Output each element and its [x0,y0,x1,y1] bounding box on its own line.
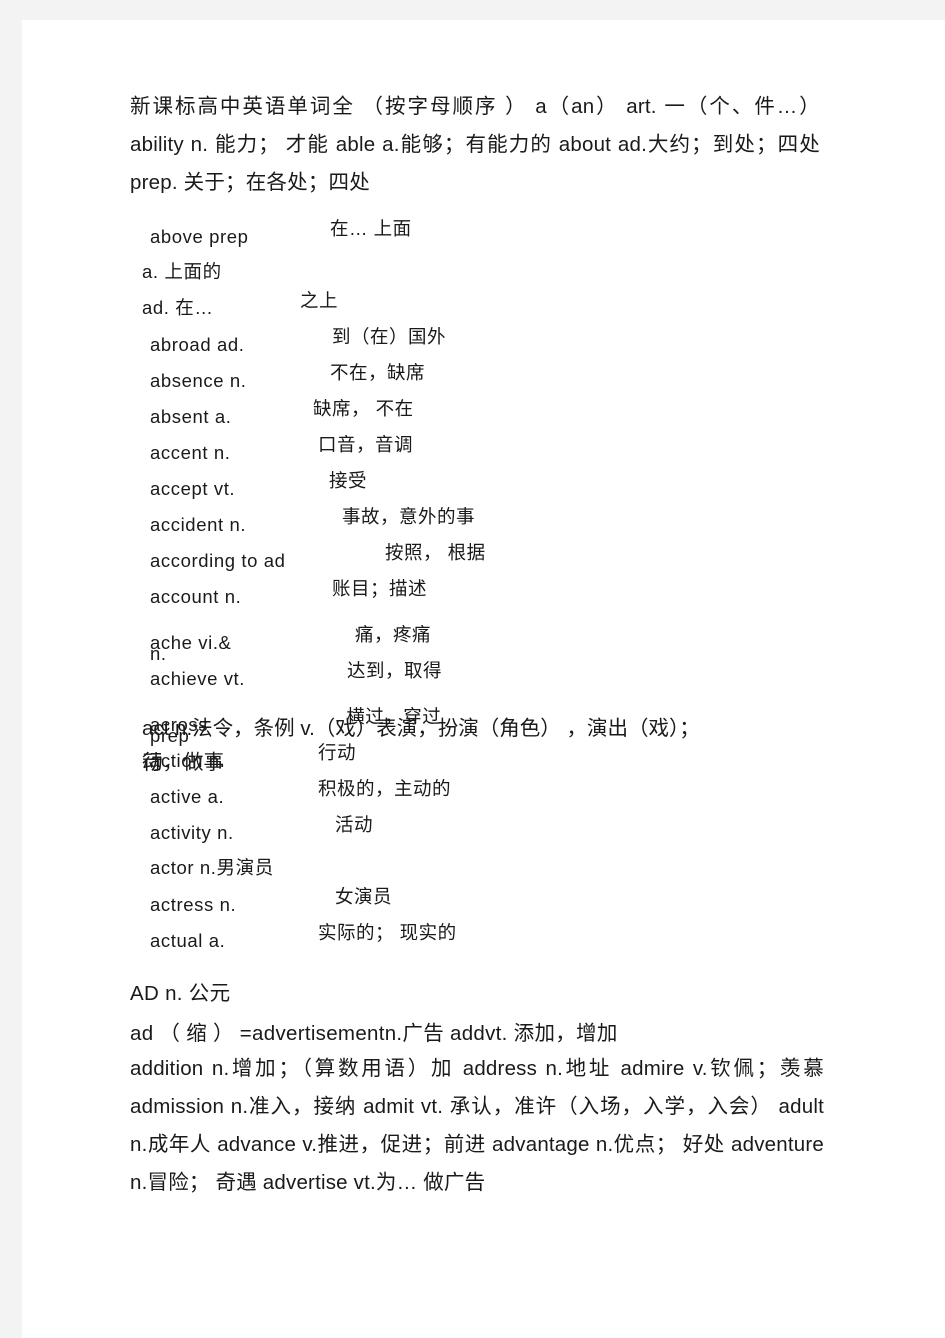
entry-definition: 缺席， 不在 [313,398,414,419]
vocabulary-entry: above prep 在… 上面 [130,216,830,252]
entry-definition: 事故，意外的事 [342,506,476,527]
entry-definition: 活动 [335,814,374,835]
entry-term: above prep [150,226,249,247]
vocabulary-entry: absent a. 缺席， 不在 [130,396,830,432]
entry-definition: 账目；描述 [332,578,428,599]
entry-term: abroad ad. [150,334,245,355]
entry-term: actress n. [150,894,237,915]
trailing-paragraph: addition n.增加；（算数用语）加 address n.地址 admir… [130,1057,824,1194]
vocabulary-entry: actor n.男演员 [130,848,830,884]
entry-definition: 到（在）国外 [332,326,447,347]
vocabulary-entry: achieve vt. 达到，取得 [130,658,830,694]
entry-term: accept vt. [150,478,236,499]
entry-term: absent a. [150,406,232,427]
vocabulary-entry: active a. 积极的，主动的 [130,776,830,812]
act-entry-line-2: 动，做事 [142,751,224,774]
entry-definition: 不在，缺席 [330,362,426,383]
vocabulary-entry: activity n. 活动 [130,812,830,848]
vocabulary-entry: according to ad 按照， 根据 [130,540,830,576]
entry-definition: 按照， 根据 [385,542,486,563]
vocabulary-entry: abroad ad. 到（在）国外 [130,324,830,360]
ad-abbreviation-line: AD n. 公元 [130,982,231,1005]
vocabulary-entry: accent n. 口音，音调 [130,432,830,468]
entry-definition: 在… 上面 [330,218,412,239]
vocabulary-entry: actress n. 女演员 [130,884,830,920]
vocabulary-entry: account n. 账目；描述 [130,576,830,612]
entry-definition: 痛，疼痛 [355,624,432,645]
vocabulary-entry: ad. 在… 之上 [130,288,830,324]
entry-definition: 达到，取得 [347,660,443,681]
document-header-paragraph: 新课标高中英语单词全 （按字母顺序 ） a（an） art. 一（个、件…） a… [130,95,820,194]
entry-term: accident n. [150,514,247,535]
entry-definition: 接受 [329,470,368,491]
entry-term: active a. [150,786,225,807]
entry-term: according to ad [150,550,286,571]
entry-term: ad. 在… [142,297,214,318]
vocabulary-entry: accept vt. 接受 [130,468,830,504]
vocabulary-entry: accident n. 事故，意外的事 [130,504,830,540]
entry-term: actual a. [150,930,226,951]
entry-term: a. 上面的 [142,261,222,282]
vocabulary-list: above prep 在… 上面 a. 上面的 ad. 在… 之上 abroad ad. 到… [130,216,830,956]
entry-term: actor n.男演员 [150,857,274,878]
vocabulary-entry: a. 上面的 [130,252,830,288]
entry-term: absence n. [150,370,247,391]
act-entry-line-1: act n.法令，条例 v.（戏）表演，扮演（角色） ，演出（戏）； [142,717,700,740]
vocabulary-entry: ache vi.& n. 痛，疼痛 [130,612,830,664]
vocabulary-entry: absence n. 不在，缺席 [130,360,830,396]
entry-term: accent n. [150,442,231,463]
entry-definition: 女演员 [335,886,393,907]
entry-definition: 积极的，主动的 [318,778,452,799]
entry-definition: 口音，音调 [318,434,414,455]
entry-term: activity n. [150,822,234,843]
advertisement-abbreviation-line: ad （ 缩 ） =advertisementn.广告 addvt. 添加，增加 [130,1022,618,1045]
entry-definition: 之上 [300,290,339,311]
entry-term: account n. [150,586,242,607]
vocabulary-entry: actual a. 实际的； 现实的 [130,920,830,956]
entry-definition: 实际的； 现实的 [318,922,457,943]
document-page: 新课标高中英语单词全 （按字母顺序 ） a（an） art. 一（个、件…） a… [22,20,945,1338]
entry-term: achieve vt. [150,668,246,689]
document-body: 新课标高中英语单词全 （按字母顺序 ） a（an） art. 一（个、件…） a… [22,20,945,1338]
